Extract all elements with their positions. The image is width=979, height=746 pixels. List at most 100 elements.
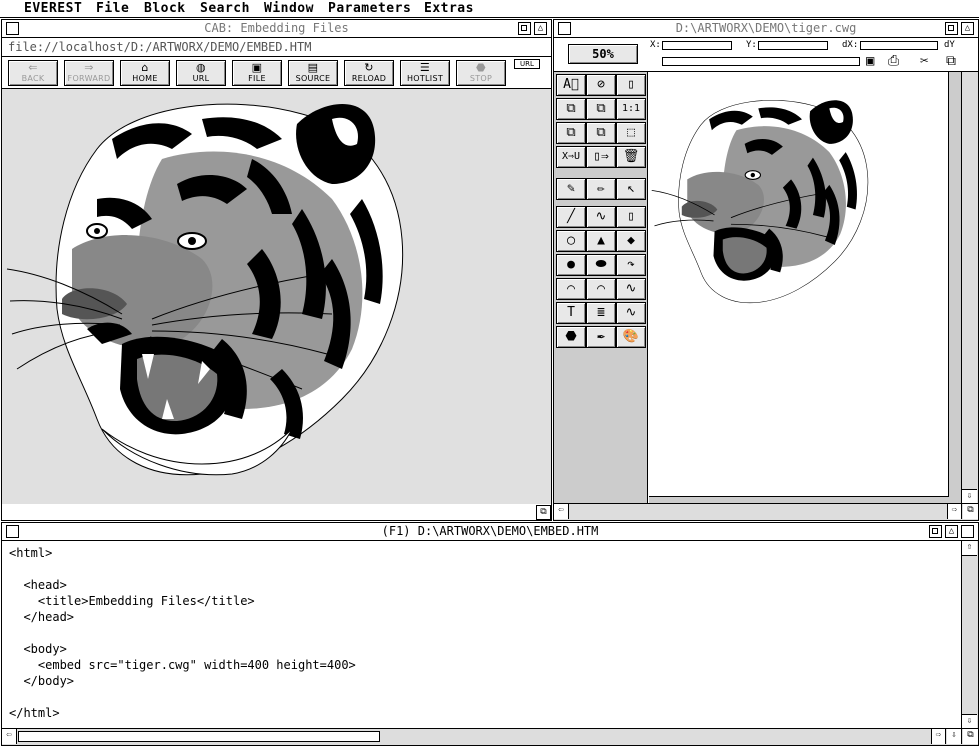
copy-icon[interactable]: ⧉	[946, 53, 956, 69]
tool-button-6[interactable]: ⧉	[556, 122, 586, 144]
scroll-down-icon[interactable]: ⇩	[962, 489, 977, 504]
browser-titlebar[interactable]: CAB: Embedding Files △	[2, 20, 551, 38]
fuller-box-icon[interactable]	[945, 22, 958, 35]
fuller-box-icon[interactable]	[518, 22, 531, 35]
scissors-icon[interactable]: ✂	[920, 53, 928, 69]
source-line[interactable]: <body>	[9, 641, 949, 657]
tool-button-20[interactable]: ◆	[616, 230, 646, 252]
forward-button[interactable]: ⇒ FORWARD	[64, 60, 114, 86]
tool-button-31[interactable]: ✒	[586, 326, 616, 348]
tool-button-2[interactable]: ▯	[616, 74, 646, 96]
source-line[interactable]	[9, 625, 949, 641]
scroll-down-icon[interactable]: ⇩	[962, 714, 977, 729]
scroll-right-icon[interactable]: ⇨	[947, 504, 962, 519]
tool-button-17[interactable]: ▯	[616, 206, 646, 228]
source-vscroll[interactable]: ⇧ ⇩	[961, 541, 978, 729]
close-box-icon[interactable]	[6, 525, 19, 538]
source-line[interactable]: </html>	[9, 705, 949, 721]
source-resize-icon[interactable]: ⧉	[963, 729, 978, 744]
tool-button-5[interactable]: 1:1	[616, 98, 646, 120]
drawing-titlebar[interactable]: D:\ARTWORX\DEMO\tiger.cwg △	[554, 20, 978, 38]
home-button[interactable]: ⌂ HOME	[120, 60, 170, 86]
source-line[interactable]: <title>Embedding Files</title>	[9, 593, 949, 609]
tool-button-22[interactable]: ⬬	[586, 254, 616, 276]
menu-extras[interactable]: Extras	[424, 1, 474, 16]
tool-button-29[interactable]: ∿	[616, 302, 646, 324]
tool-button-28[interactable]: ≣	[586, 302, 616, 324]
tool-button-30[interactable]: ⬣	[556, 326, 586, 348]
backdrop-arrow-icon[interactable]: △	[945, 525, 958, 538]
menu-window[interactable]: Window	[264, 1, 314, 16]
menu-parameters[interactable]: Parameters	[328, 1, 411, 16]
x-field[interactable]	[662, 41, 732, 50]
tool-button-14[interactable]: ↖	[616, 178, 646, 200]
tool-button-32[interactable]: 🎨	[616, 326, 646, 348]
tool-button-24[interactable]: ⌒	[556, 278, 586, 300]
tool-button-1[interactable]: ⊘	[586, 74, 616, 96]
close-box-icon[interactable]	[558, 22, 571, 35]
source-line[interactable]: <html>	[9, 545, 949, 561]
source-text[interactable]: <html> <head> <title>Embedding Files</ti…	[9, 545, 949, 725]
tool-button-13[interactable]: ✏	[586, 178, 616, 200]
drawing-resize-icon[interactable]: ⧉	[963, 504, 978, 519]
scroll-right-icon[interactable]: ⇨	[931, 729, 946, 744]
tool-button-7[interactable]: ⧉	[586, 122, 616, 144]
tool-button-0[interactable]: A⃝	[556, 74, 586, 96]
drawing-hscroll[interactable]: ⇦ ⇨ ⧉	[554, 503, 978, 520]
backdrop-arrow-icon[interactable]: △	[961, 22, 974, 35]
tool-button-11[interactable]: 🗑	[616, 146, 646, 168]
y-field[interactable]	[758, 41, 828, 50]
source-line[interactable]: </body>	[9, 673, 949, 689]
fuller-box-icon[interactable]	[929, 525, 942, 538]
menu-search[interactable]: Search	[200, 1, 250, 16]
reload-button[interactable]: ↻ RELOAD	[344, 60, 394, 86]
hotlist-button[interactable]: ☰ HOTLIST	[400, 60, 450, 86]
source-line[interactable]	[9, 561, 949, 577]
tool-button-8[interactable]: ⬚	[616, 122, 646, 144]
menu-block[interactable]: Block	[144, 1, 186, 16]
scroll-thumb[interactable]	[18, 731, 380, 742]
tool-button-23[interactable]: ↷	[616, 254, 646, 276]
tool-button-3[interactable]: ⧉	[556, 98, 586, 120]
backdrop-arrow-icon[interactable]: △	[534, 22, 547, 35]
source-line[interactable]: </head>	[9, 609, 949, 625]
menu-everest[interactable]: EVEREST	[24, 1, 82, 16]
scroll-up-icon[interactable]: ⇧	[962, 541, 977, 556]
tool-button-9[interactable]: X⇒U	[556, 146, 586, 168]
tool-button-15[interactable]: ╱	[556, 206, 586, 228]
drawing-vscroll[interactable]: ⇩	[961, 72, 978, 504]
source-line[interactable]: <head>	[9, 577, 949, 593]
url-button[interactable]: ◍ URL	[176, 60, 226, 86]
source-line[interactable]	[9, 689, 949, 705]
tool-button-10[interactable]: ▯⇒	[586, 146, 616, 168]
save-icon[interactable]: ▣	[866, 53, 874, 69]
source-line[interactable]: <embed src="tiger.cwg" width=400 height=…	[9, 657, 949, 673]
source-button[interactable]: ▤ SOURCE	[288, 60, 338, 86]
print-icon[interactable]: ⎙	[888, 53, 899, 69]
source-hscroll[interactable]: ⇦ ⇨ ⇩ ⧉	[2, 728, 978, 745]
scroll-left-icon[interactable]: ⇦	[2, 729, 17, 744]
file-button[interactable]: ▣ FILE	[232, 60, 282, 86]
close-box-icon[interactable]	[6, 22, 19, 35]
browser-resize-icon[interactable]: ⧉	[536, 505, 551, 520]
scroll-left-icon[interactable]: ⇦	[554, 504, 569, 519]
tool-button-27[interactable]: T	[556, 302, 586, 324]
tool-button-25[interactable]: ⌒	[586, 278, 616, 300]
stop-button[interactable]: ⬣ STOP	[456, 60, 506, 86]
tool-button-4[interactable]: ⧉	[586, 98, 616, 120]
url-field[interactable]: file://localhost/D:/ARTWORX/DEMO/EMBED.H…	[8, 39, 548, 55]
menu-file[interactable]: File	[96, 1, 129, 16]
zoom-button[interactable]: 50%	[568, 44, 638, 64]
scroll-down-icon[interactable]: ⇩	[947, 729, 962, 744]
tool-button-19[interactable]: ▲	[586, 230, 616, 252]
tool-button-26[interactable]: ∿	[616, 278, 646, 300]
tool-button-18[interactable]: ◯	[556, 230, 586, 252]
iconify-box-icon[interactable]	[961, 525, 974, 538]
url-small-button[interactable]: URL	[514, 59, 540, 69]
dx-field[interactable]	[860, 41, 938, 50]
drawing-page[interactable]	[649, 72, 949, 497]
tool-button-16[interactable]: ∿	[586, 206, 616, 228]
tool-button-12[interactable]: ✎	[556, 178, 586, 200]
back-button[interactable]: ⇐ BACK	[8, 60, 58, 86]
tool-button-21[interactable]: ●	[556, 254, 586, 276]
